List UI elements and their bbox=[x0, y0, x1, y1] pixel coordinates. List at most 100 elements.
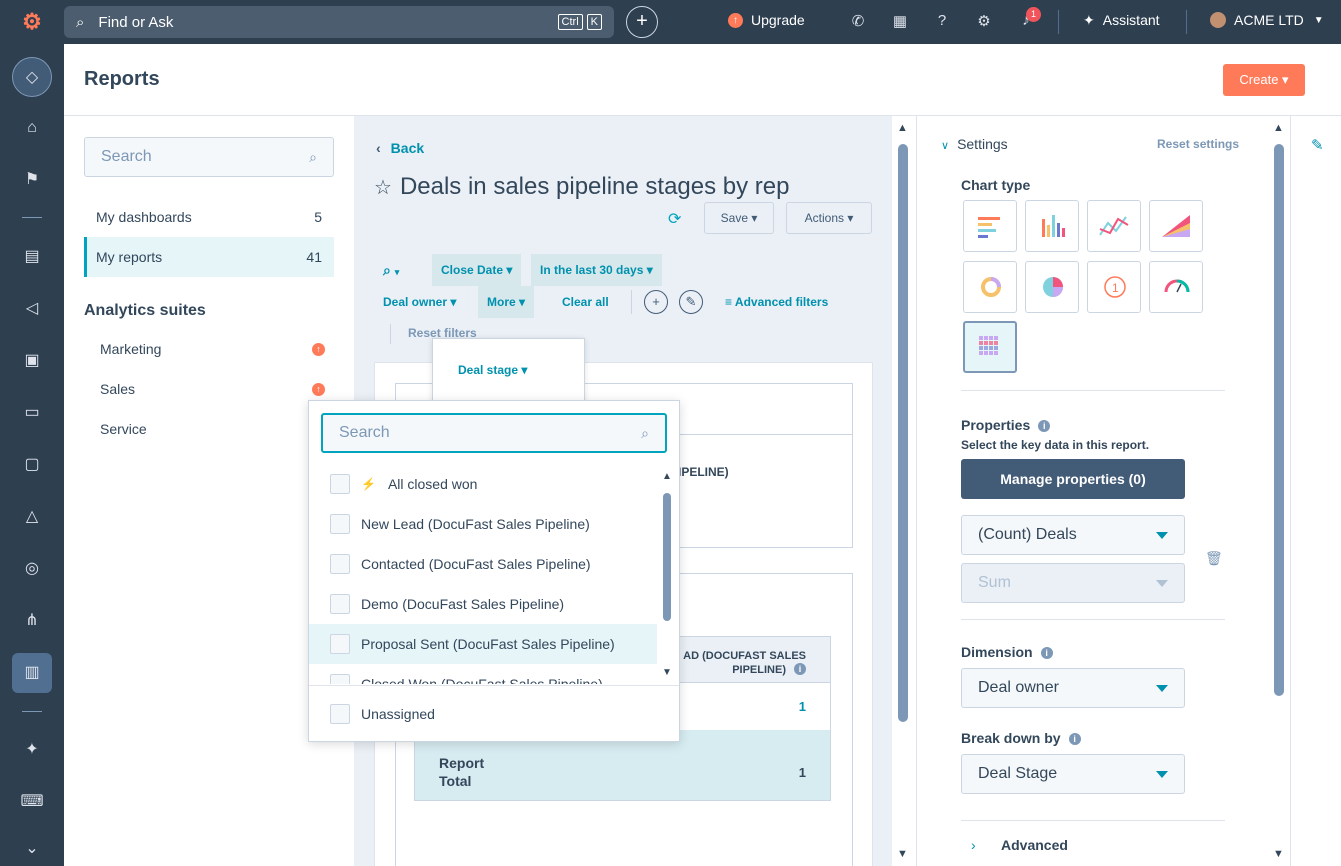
commerce-icon[interactable]: ▭ bbox=[12, 393, 52, 433]
option-demo[interactable]: Demo (DocuFast Sales Pipeline) bbox=[309, 584, 657, 624]
database-icon[interactable]: ◎ bbox=[12, 549, 52, 589]
dimension-select[interactable]: Deal owner bbox=[961, 668, 1185, 708]
pencil-icon[interactable]: ✎ bbox=[1311, 136, 1324, 154]
chart-type-horizontal-bar[interactable] bbox=[963, 200, 1017, 252]
refresh-icon[interactable]: ⟳ bbox=[668, 209, 681, 229]
settings-scrollbar[interactable] bbox=[1273, 140, 1284, 840]
scrollbar-thumb[interactable] bbox=[898, 144, 908, 722]
chart-type-summary[interactable]: 1 bbox=[1087, 261, 1141, 313]
back-link[interactable]: ‹ Back bbox=[376, 140, 424, 156]
advanced-section-toggle[interactable]: Advanced bbox=[1001, 837, 1068, 853]
sidebar-item-my-reports[interactable]: My reports 41 bbox=[84, 237, 334, 277]
filter-lines-icon: ≡ bbox=[725, 295, 733, 309]
suite-marketing[interactable]: Marketing bbox=[100, 341, 161, 357]
add-filter-icon[interactable]: + bbox=[644, 290, 668, 314]
marketing-megaphone-icon[interactable]: ◁ bbox=[12, 289, 52, 329]
deal-owner-filter[interactable]: Deal owner ▾ bbox=[374, 286, 465, 318]
scroll-down-arrow-icon[interactable]: ▼ bbox=[897, 848, 908, 860]
suite-service[interactable]: Service bbox=[100, 421, 147, 437]
chart-type-line[interactable] bbox=[1087, 200, 1141, 252]
global-search[interactable]: ⌕ Find or Ask Ctrl K bbox=[64, 6, 614, 38]
more-filters-button[interactable]: More ▾ bbox=[478, 286, 535, 318]
service-bell-icon[interactable]: △ bbox=[12, 497, 52, 537]
info-icon[interactable]: i bbox=[794, 663, 806, 675]
chart-type-donut[interactable] bbox=[963, 261, 1017, 313]
option-contacted[interactable]: Contacted (DocuFast Sales Pipeline) bbox=[309, 544, 657, 584]
chart-type-table[interactable] bbox=[963, 321, 1017, 373]
settings-toggle[interactable]: ∨ Settings bbox=[941, 136, 1008, 152]
trash-icon[interactable]: 🗑 bbox=[1205, 550, 1223, 567]
checkbox[interactable] bbox=[330, 514, 350, 534]
checkbox[interactable] bbox=[330, 594, 350, 614]
edit-pencil-icon[interactable]: ✎ bbox=[679, 290, 703, 314]
ai-sparkle-icon[interactable]: ✦ bbox=[12, 730, 52, 770]
scroll-up-arrow-icon[interactable]: ▲ bbox=[1273, 122, 1284, 134]
topbar-divider bbox=[1058, 10, 1059, 34]
manage-properties-button[interactable]: Manage properties (0) bbox=[961, 459, 1185, 499]
expand-chevron-icon[interactable]: ⌄ bbox=[12, 829, 52, 866]
info-icon[interactable]: i bbox=[1040, 647, 1053, 659]
star-icon[interactable]: ☆ bbox=[374, 175, 392, 200]
marketplace-icon[interactable]: ▦ bbox=[890, 12, 910, 30]
account-menu[interactable]: ACME LTD ▼ bbox=[1210, 12, 1324, 28]
chart-type-area[interactable] bbox=[1149, 200, 1203, 252]
checkbox[interactable] bbox=[330, 634, 350, 654]
quick-create-button[interactable]: + bbox=[626, 6, 658, 38]
phone-icon[interactable]: ✆ bbox=[848, 12, 868, 30]
contacts-icon[interactable]: ▤ bbox=[12, 237, 52, 277]
scroll-up-arrow-icon[interactable]: ▲ bbox=[662, 471, 672, 482]
home-icon[interactable]: ⌂ bbox=[12, 108, 52, 148]
scrollbar-thumb[interactable] bbox=[1274, 144, 1284, 696]
filter-search-button[interactable]: ⌕ ▾ bbox=[374, 254, 408, 286]
option-new-lead[interactable]: New Lead (DocuFast Sales Pipeline) bbox=[309, 504, 657, 544]
content-icon[interactable]: ▣ bbox=[12, 341, 52, 381]
option-unassigned[interactable]: Unassigned bbox=[309, 694, 679, 734]
create-button[interactable]: Create ▾ bbox=[1223, 64, 1305, 96]
scroll-up-arrow-icon[interactable]: ▲ bbox=[897, 122, 908, 134]
deal-stage-filter[interactable]: Deal stage ▾ bbox=[458, 363, 527, 377]
actions-button[interactable]: Actions ▾ bbox=[786, 202, 872, 234]
checkbox[interactable] bbox=[330, 474, 350, 494]
workflow-icon[interactable]: ⋔ bbox=[12, 601, 52, 641]
upgrade-button[interactable]: ↑ Upgrade bbox=[728, 12, 805, 28]
table-cell-value[interactable]: 1 bbox=[799, 699, 806, 714]
date-range-filter[interactable]: In the last 30 days ▾ bbox=[531, 254, 662, 286]
chevron-right-icon[interactable]: › bbox=[971, 837, 976, 853]
wallet-icon[interactable]: ▢ bbox=[12, 445, 52, 485]
help-icon[interactable]: ? bbox=[932, 12, 952, 29]
hubspot-logo-icon[interactable]: ⚙ bbox=[20, 10, 44, 34]
info-icon[interactable]: i bbox=[1068, 733, 1081, 745]
close-date-filter[interactable]: Close Date ▾ bbox=[432, 254, 522, 286]
settings-gear-icon[interactable]: ⚙ bbox=[974, 12, 994, 30]
save-button[interactable]: Save ▾ bbox=[704, 202, 774, 234]
deal-stage-search-input[interactable]: Search ⌕ bbox=[321, 413, 667, 453]
chart-type-pie[interactable] bbox=[1025, 261, 1079, 313]
chart-type-vertical-bar[interactable] bbox=[1025, 200, 1079, 252]
suite-sales[interactable]: Sales bbox=[100, 381, 135, 397]
center-scrollbar[interactable] bbox=[897, 140, 908, 840]
sidebar-item-my-dashboards[interactable]: My dashboards 5 bbox=[84, 197, 334, 237]
bookmark-icon[interactable]: ⚑ bbox=[12, 160, 52, 200]
measure-select[interactable]: (Count) Deals bbox=[961, 515, 1185, 555]
diamond-icon[interactable]: ◇ bbox=[12, 57, 52, 97]
option-label: Contacted (DocuFast Sales Pipeline) bbox=[361, 556, 591, 572]
clear-all-button[interactable]: Clear all bbox=[553, 286, 618, 318]
dropdown-scrollbar-thumb[interactable] bbox=[663, 493, 671, 621]
code-icon[interactable]: ⌨ bbox=[12, 782, 52, 822]
option-closed-won[interactable]: Closed Won (DocuFast Sales Pipeline) bbox=[309, 664, 657, 684]
reports-chart-icon[interactable]: ▥ bbox=[12, 653, 52, 693]
checkbox[interactable] bbox=[330, 674, 350, 684]
advanced-filters-button[interactable]: ≡ Advanced filters bbox=[716, 286, 837, 318]
checkbox[interactable] bbox=[330, 554, 350, 574]
chart-type-gauge[interactable] bbox=[1149, 261, 1203, 313]
reset-settings-link[interactable]: Reset settings bbox=[1157, 137, 1239, 151]
sidebar-search-input[interactable]: Search ⌕ bbox=[84, 137, 334, 177]
checkbox[interactable] bbox=[330, 704, 350, 724]
breakdown-select[interactable]: Deal Stage bbox=[961, 754, 1185, 794]
scroll-down-arrow-icon[interactable]: ▼ bbox=[662, 667, 672, 678]
scroll-down-arrow-icon[interactable]: ▼ bbox=[1273, 848, 1284, 860]
info-icon[interactable]: i bbox=[1038, 420, 1051, 432]
option-all-closed-won[interactable]: ⚡ All closed won bbox=[309, 464, 657, 504]
assistant-button[interactable]: ✦ Assistant bbox=[1083, 12, 1160, 29]
option-proposal-sent[interactable]: Proposal Sent (DocuFast Sales Pipeline) bbox=[309, 624, 657, 664]
